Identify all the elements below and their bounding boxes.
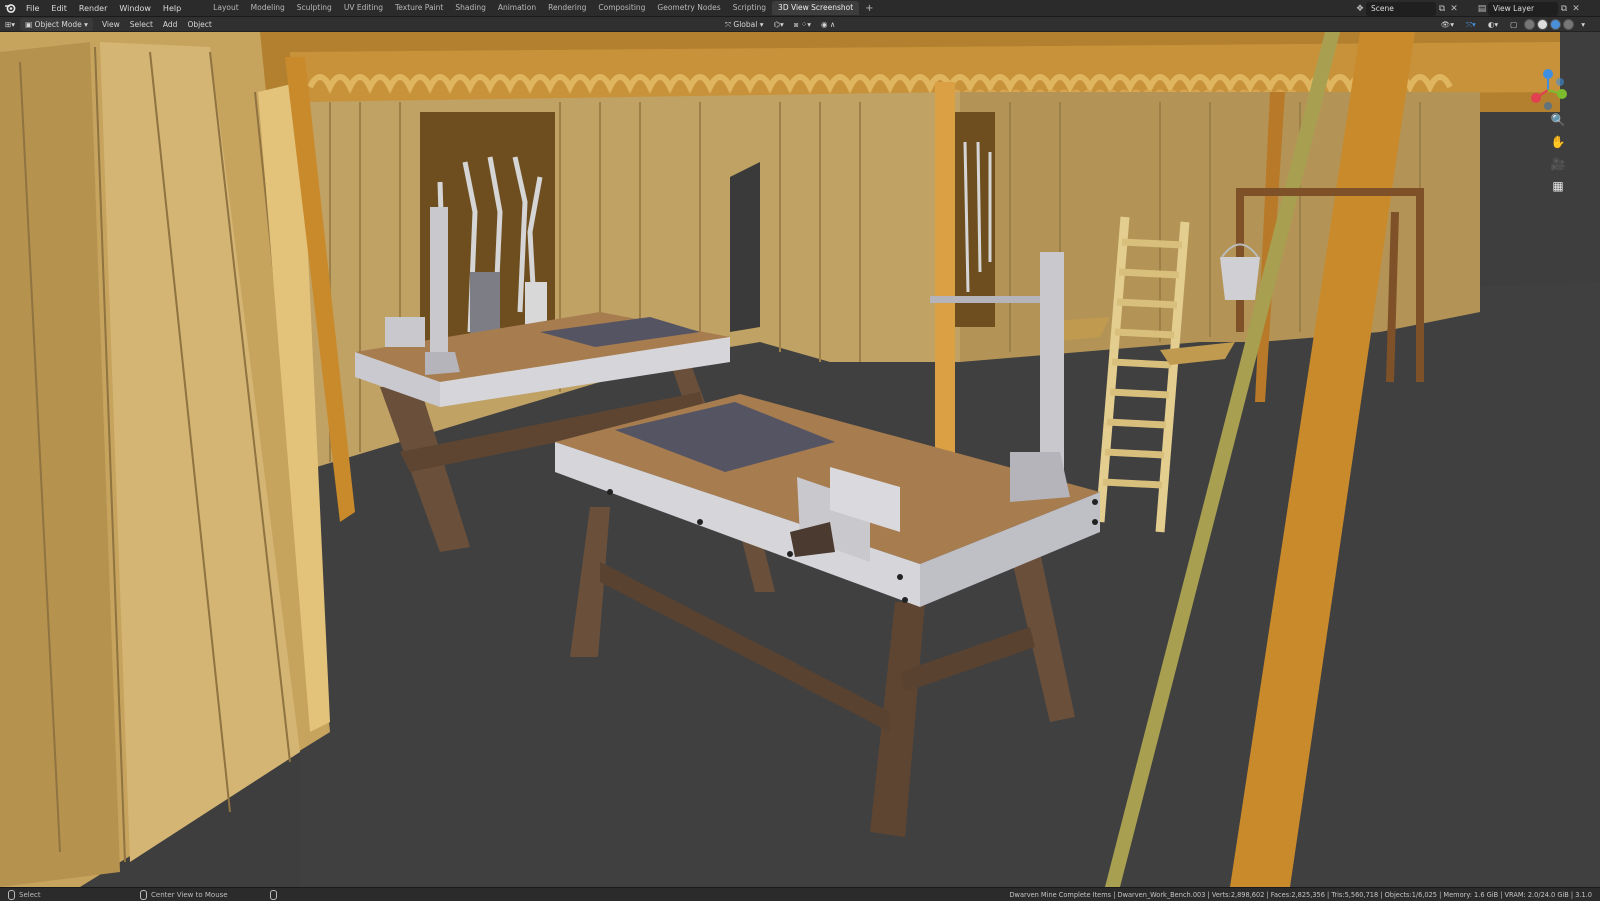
tab-texture-paint[interactable]: Texture Paint [389,1,449,15]
overlay-toggle-icon[interactable]: ◐▾ [1483,18,1503,31]
blender-logo-icon[interactable] [0,0,20,17]
object-mode-label: Object Mode [34,19,82,29]
menu-add[interactable]: Add [158,18,183,31]
tab-sculpting[interactable]: Sculpting [291,1,338,15]
navigation-tools: 🔍 ✋ 🎥 ▦ [1550,112,1566,194]
scene-selector: ❖ Scene ⧉ ✕ [1354,1,1460,16]
delete-scene-icon[interactable]: ✕ [1448,3,1460,15]
menu-object[interactable]: Object [182,18,216,31]
editor-type-icon[interactable]: ⊞▾ [0,18,20,31]
tab-uv-editing[interactable]: UV Editing [338,1,389,15]
proportional-icon[interactable]: ◉ ∧ [816,18,840,31]
object-mode-icon: ▣ [25,19,35,29]
mouse-middle-icon [140,889,147,900]
tab-compositing[interactable]: Compositing [592,1,651,15]
tab-animation[interactable]: Animation [492,1,542,15]
object-mode-dropdown[interactable]: ▣ Object Mode ▾ [20,17,93,31]
transform-orientation-dropdown[interactable]: ⤧ Global ▾ [720,18,768,31]
3d-viewport[interactable]: 🔍 ✋ 🎥 ▦ [0,32,1600,887]
tab-layout[interactable]: Layout [207,1,245,15]
visibility-icon[interactable]: 👁▾ [1436,18,1459,31]
status-select-label: Select [19,890,41,899]
mouse-left-icon [8,889,15,900]
wireframe-shading-button[interactable] [1524,19,1536,30]
transform-controls: ⤧ Global ▾ ⌬▾ ⧈ ⁘▾ ◉ ∧ [720,18,840,31]
tab-scripting[interactable]: Scripting [727,1,772,15]
tab-geometry-nodes[interactable]: Geometry Nodes [651,1,726,15]
menu-select[interactable]: Select [125,18,158,31]
orientation-label: Global [733,20,758,29]
pan-hand-icon[interactable]: ✋ [1550,134,1566,150]
menu-edit[interactable]: Edit [45,0,73,17]
menu-file[interactable]: File [20,0,45,17]
top-menu-bar: File Edit Render Window Help Layout Mode… [0,0,1600,17]
new-scene-icon[interactable]: ⧉ [1436,3,1448,15]
delete-view-layer-icon[interactable]: ✕ [1570,3,1582,15]
new-view-layer-icon[interactable]: ⧉ [1558,3,1570,15]
viewport-shading-controls: 👁▾ ⤧▾ ◐▾ ▢ ▾ [1436,18,1590,31]
mouse-right-icon [270,889,277,900]
menu-view[interactable]: View [97,18,125,31]
navigation-gizmo[interactable] [1526,68,1570,112]
scene-statistics: Dwarven Mine Complete Items | Dwarven_Wo… [1009,890,1592,899]
shading-options-icon[interactable]: ▾ [1576,18,1590,31]
gizmo-toggle-icon[interactable]: ⤧▾ [1461,18,1481,31]
solid-shading-button[interactable] [1537,19,1549,30]
pivot-icon[interactable]: ⌬▾ [768,18,788,31]
scene-name-field[interactable]: Scene [1366,1,1436,16]
status-select-hint: Select [0,889,41,900]
camera-icon[interactable]: 🎥 [1550,156,1566,172]
xray-toggle-icon[interactable]: ▢ [1505,18,1522,31]
zoom-icon[interactable]: 🔍 [1550,112,1566,128]
menu-help[interactable]: Help [157,0,187,17]
workspace-tabs: Layout Modeling Sculpting UV Editing Tex… [207,0,879,17]
status-bar: Select Center View to Mouse Dwarven Mine… [0,887,1600,901]
scene-icon: ❖ [1355,3,1365,14]
tab-modeling[interactable]: Modeling [245,1,291,15]
menu-render[interactable]: Render [73,0,113,17]
view-layer-icon: ▤ [1477,3,1487,14]
tab-3d-view-screenshot[interactable]: 3D View Screenshot [772,1,860,15]
tab-shading[interactable]: Shading [449,1,491,15]
menu-window[interactable]: Window [113,0,157,17]
status-center-hint: Center View to Mouse [140,889,228,900]
view-layer-selector: ▤ View Layer ⧉ ✕ [1476,1,1582,16]
material-shading-button[interactable] [1550,19,1562,30]
snap-icon[interactable]: ⧈ ⁘▾ [789,18,816,31]
viewport-scene-render [0,32,1600,887]
status-center-label: Center View to Mouse [151,890,228,899]
rendered-shading-button[interactable] [1563,19,1575,30]
add-workspace-button[interactable]: + [859,3,879,14]
tab-rendering[interactable]: Rendering [542,1,592,15]
viewport-header: ⊞▾ ▣ Object Mode ▾ View Select Add Objec… [0,17,1600,32]
grid-icon[interactable]: ▦ [1550,178,1566,194]
view-layer-name-field[interactable]: View Layer [1488,1,1558,16]
